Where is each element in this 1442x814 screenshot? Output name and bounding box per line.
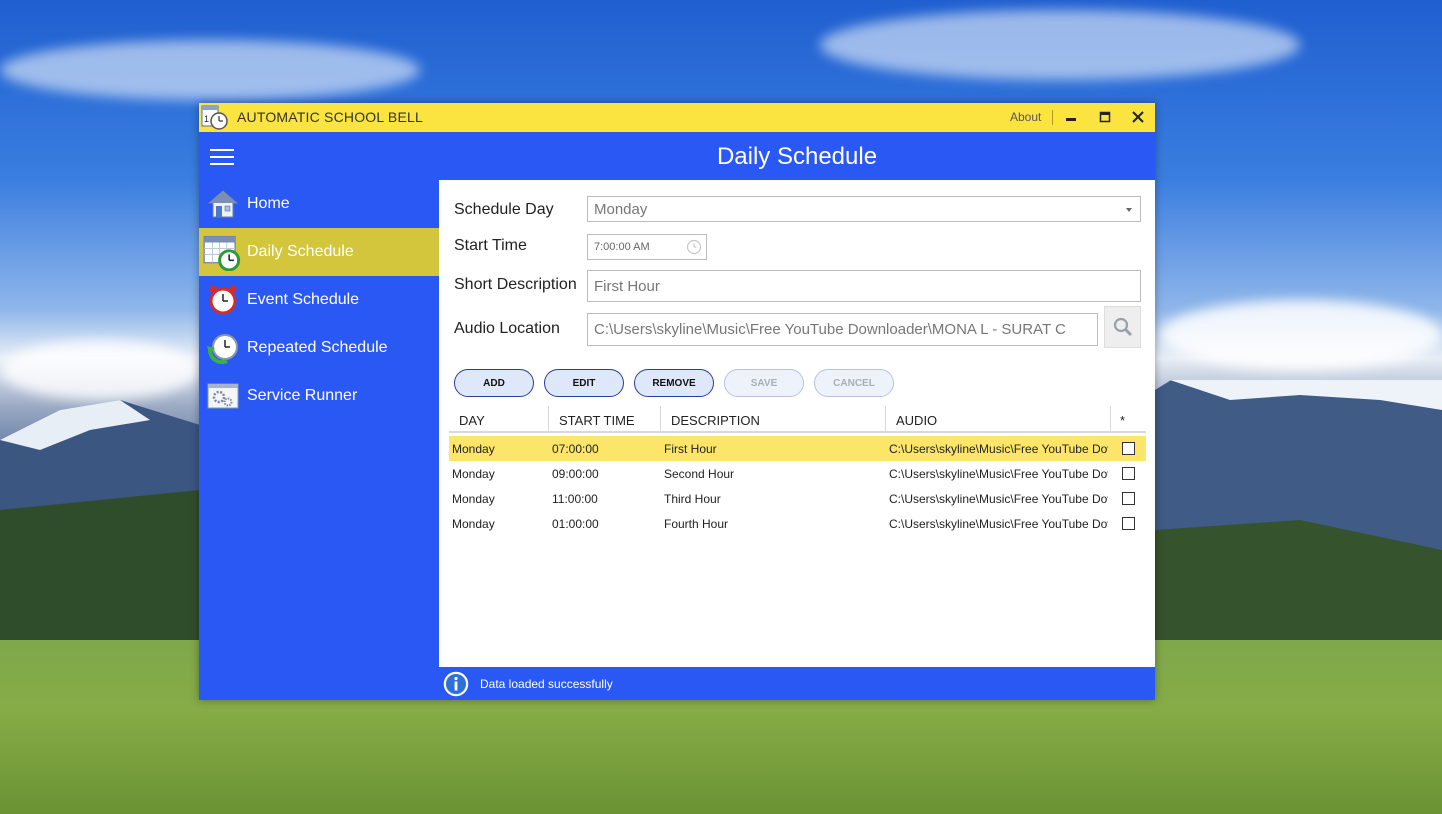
table-row[interactable]: Monday 01:00:00 Fourth Hour C:\Users\sky… (449, 511, 1146, 536)
cloud (820, 10, 1300, 80)
short-description-value: First Hour (594, 277, 660, 295)
svg-text:1: 1 (204, 114, 209, 124)
edit-button[interactable]: EDIT (544, 369, 624, 397)
chevron-down-icon (1126, 208, 1132, 212)
table-row[interactable]: Monday 09:00:00 Second Hour C:\Users\sky… (449, 461, 1146, 486)
cell-start-time: 07:00:00 (552, 442, 599, 456)
maximize-button[interactable] (1094, 107, 1116, 127)
repeat-clock-icon (207, 334, 238, 364)
cell-audio: C:\Users\skyline\Music\Free YouTube Dov (889, 492, 1108, 506)
add-button[interactable]: ADD (454, 369, 534, 397)
start-time-value: 7:00:00 AM (594, 241, 650, 253)
status-bar: Data loaded successfully (439, 667, 1155, 700)
start-time-label: Start Time (454, 237, 527, 254)
audio-location-label: Audio Location (454, 320, 560, 337)
search-icon (1113, 317, 1132, 337)
status-message: Data loaded successfully (480, 677, 613, 691)
column-header-start-time[interactable]: START TIME (559, 413, 635, 428)
short-description-input[interactable]: First Hour (587, 270, 1141, 302)
cell-start-time: 01:00:00 (552, 517, 599, 531)
cell-day: Monday (452, 467, 495, 481)
about-link[interactable]: About (1010, 110, 1041, 124)
row-checkbox[interactable] (1122, 517, 1135, 530)
sidebar-item-label: Repeated Schedule (247, 339, 388, 356)
service-gears-icon (207, 383, 239, 409)
cell-day: Monday (452, 517, 495, 531)
cancel-button[interactable]: CANCEL (814, 369, 894, 397)
schedule-grid-header: DAY START TIME DESCRIPTION AUDIO * (449, 406, 1146, 433)
row-checkbox[interactable] (1122, 442, 1135, 455)
column-header-description[interactable]: DESCRIPTION (671, 413, 760, 428)
column-header-select[interactable]: * (1120, 413, 1125, 428)
sidebar-item-repeated-schedule[interactable]: Repeated Schedule (199, 324, 439, 372)
schedule-day-label: Schedule Day (454, 201, 554, 218)
table-row[interactable]: Monday 07:00:00 First Hour C:\Users\skyl… (449, 436, 1146, 461)
title-bar[interactable]: 1 AUTOMATIC SCHOOL BELL About (199, 103, 1155, 132)
row-checkbox[interactable] (1122, 467, 1135, 480)
home-icon (207, 190, 239, 218)
cell-start-time: 11:00:00 (552, 492, 598, 506)
sidebar-item-label: Daily Schedule (247, 243, 354, 260)
sidebar-item-label: Event Schedule (247, 291, 360, 308)
start-time-picker[interactable]: 7:00:00 AM (587, 234, 707, 260)
info-icon (443, 671, 469, 697)
cloud (0, 40, 420, 100)
cell-description: Second Hour (664, 467, 735, 481)
row-checkbox[interactable] (1122, 492, 1135, 505)
minimize-button[interactable] (1060, 107, 1082, 127)
cell-description: First Hour (664, 442, 717, 456)
short-description-label: Short Description (454, 276, 577, 293)
sidebar-item-label: Home (247, 195, 290, 212)
column-divider[interactable] (548, 406, 549, 431)
save-button[interactable]: SAVE (724, 369, 804, 397)
remove-button[interactable]: REMOVE (634, 369, 714, 397)
titlebar-divider (1052, 110, 1053, 125)
app-window: 1 AUTOMATIC SCHOOL BELL About Daily Sche… (199, 103, 1155, 700)
maximize-icon (1099, 111, 1111, 123)
cell-start-time: 09:00:00 (552, 467, 599, 481)
sidebar-item-home[interactable]: Home (199, 180, 439, 228)
cell-day: Monday (452, 492, 495, 506)
hamburger-menu-icon[interactable] (210, 149, 234, 165)
column-header-audio[interactable]: AUDIO (896, 413, 937, 428)
cell-day: Monday (452, 442, 495, 456)
browse-audio-button[interactable] (1104, 306, 1141, 348)
column-divider[interactable] (1110, 406, 1111, 431)
alarm-clock-icon (209, 285, 237, 315)
column-divider[interactable] (885, 406, 886, 431)
schedule-day-value: Monday (594, 200, 648, 218)
sidebar-item-daily-schedule[interactable]: Daily Schedule (199, 228, 439, 276)
sidebar-item-service-runner[interactable]: Service Runner (199, 372, 439, 420)
app-icon: 1 (201, 105, 228, 130)
cell-description: Third Hour (664, 492, 721, 506)
schedule-editor-panel: Schedule Day Monday Start Time 7:00:00 A… (439, 180, 1155, 667)
window-title: AUTOMATIC SCHOOL BELL (237, 109, 423, 125)
clock-icon[interactable] (686, 239, 702, 255)
table-row[interactable]: Monday 11:00:00 Third Hour C:\Users\skyl… (449, 486, 1146, 511)
cell-audio: C:\Users\skyline\Music\Free YouTube Dov (889, 467, 1108, 481)
column-divider[interactable] (660, 406, 661, 431)
cell-description: Fourth Hour (664, 517, 729, 531)
minimize-icon (1066, 118, 1076, 121)
close-button[interactable] (1127, 107, 1149, 127)
audio-location-input[interactable]: C:\Users\skyline\Music\Free YouTube Down… (587, 313, 1098, 346)
cell-audio: C:\Users\skyline\Music\Free YouTube Dov (889, 442, 1108, 456)
schedule-day-dropdown[interactable]: Monday (587, 196, 1141, 222)
sidebar-item-label: Service Runner (247, 387, 358, 404)
close-icon (1132, 111, 1144, 123)
calendar-clock-icon (203, 235, 241, 271)
column-header-day[interactable]: DAY (459, 413, 485, 428)
cloud (1160, 300, 1442, 370)
sidebar: Home Daily Schedule Event Schedule Repea… (199, 180, 439, 420)
cell-audio: C:\Users\skyline\Music\Free YouTube Dov (889, 517, 1108, 531)
page-title: Daily Schedule (716, 143, 878, 170)
audio-location-value: C:\Users\skyline\Music\Free YouTube Down… (594, 321, 1066, 338)
sidebar-item-event-schedule[interactable]: Event Schedule (199, 276, 439, 324)
